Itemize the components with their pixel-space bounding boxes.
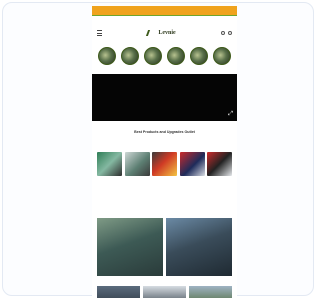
category-image: [167, 47, 186, 65]
expand-icon[interactable]: ⤢: [228, 111, 233, 118]
promo-banner[interactable]: [97, 218, 163, 276]
cart-icon[interactable]: [228, 31, 232, 35]
category-image: [97, 47, 116, 65]
category-item[interactable]: [213, 47, 232, 71]
logo-mark-icon: [146, 30, 159, 36]
product-name: [152, 177, 177, 183]
product-name: [207, 177, 232, 183]
gallery-image[interactable]: [97, 286, 140, 298]
hamburger-icon[interactable]: [97, 30, 102, 36]
product-image: [124, 152, 150, 176]
mobile-page: Levnie ⤢ Best Products and Upgrades Outl…: [92, 6, 237, 298]
logo-text: Levnie: [158, 30, 176, 36]
category-item[interactable]: [143, 47, 162, 71]
site-header: Levnie: [92, 26, 237, 40]
product-name: [180, 177, 205, 183]
category-image: [213, 47, 232, 65]
gallery-image[interactable]: [189, 286, 232, 298]
product-card[interactable]: [97, 152, 122, 198]
status-bar: [92, 16, 237, 23]
section-title: Best Products and Upgrades Outlet: [134, 130, 195, 134]
promo-banner[interactable]: [166, 218, 232, 276]
category-item[interactable]: [97, 47, 116, 71]
search-icon[interactable]: [221, 31, 225, 35]
product-image: [207, 152, 232, 176]
product-card[interactable]: [207, 152, 232, 198]
product-image: [97, 152, 122, 176]
header-actions: [221, 31, 232, 35]
product-name: [97, 177, 122, 183]
product-image: [179, 152, 205, 176]
category-image: [143, 47, 162, 65]
category-image: [120, 47, 139, 65]
hero-video-banner[interactable]: ⤢: [92, 74, 237, 121]
product-image: [152, 152, 177, 176]
category-carousel: [97, 47, 232, 71]
promo-banners: [97, 218, 232, 276]
site-logo[interactable]: Levnie: [146, 30, 176, 36]
gallery-image[interactable]: [143, 286, 186, 298]
product-carousel: [97, 152, 232, 198]
lifestyle-gallery: [97, 286, 232, 298]
product-card[interactable]: [124, 152, 150, 198]
category-item[interactable]: [190, 47, 209, 71]
announcement-bar[interactable]: [92, 6, 237, 15]
product-card[interactable]: [152, 152, 177, 198]
category-item[interactable]: [167, 47, 186, 71]
product-name: [125, 177, 150, 183]
product-card[interactable]: [179, 152, 205, 198]
category-image: [190, 47, 209, 65]
category-item[interactable]: [120, 47, 139, 71]
